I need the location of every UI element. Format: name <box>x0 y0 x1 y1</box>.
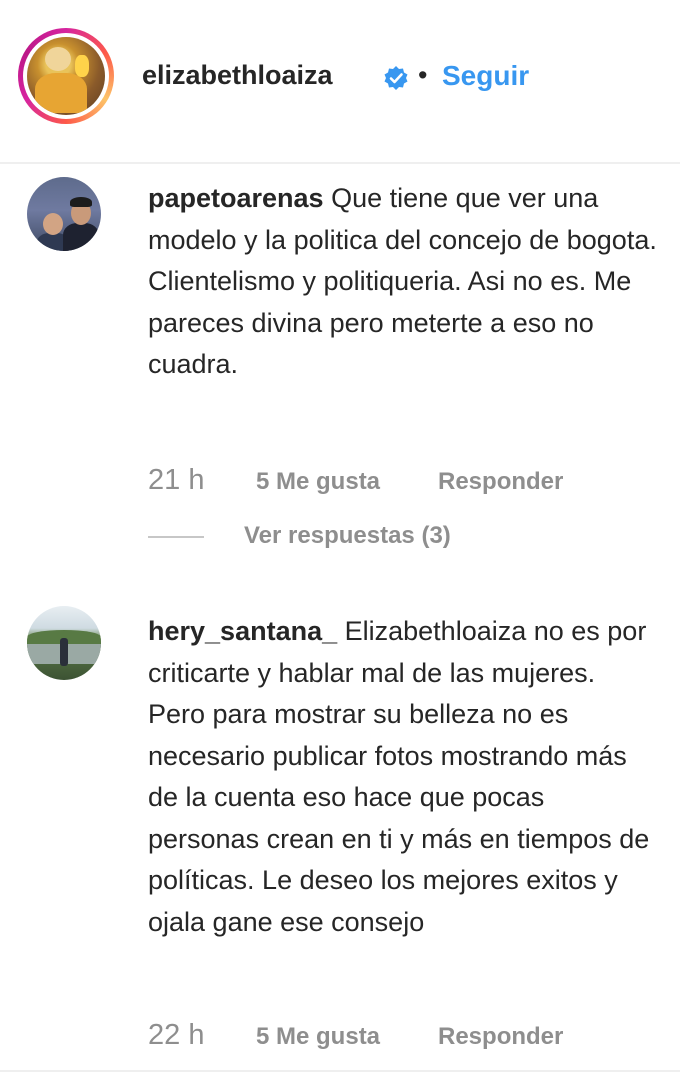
comment-avatar[interactable] <box>27 606 101 680</box>
comment-avatar[interactable] <box>27 177 101 251</box>
comment-body: hery_santana_ Elizabethloaiza no es por … <box>148 611 658 943</box>
reply-button[interactable]: Responder <box>438 1023 563 1051</box>
verified-badge-icon <box>384 66 408 90</box>
follow-button[interactable]: Seguir <box>442 60 529 92</box>
reply-button[interactable]: Responder <box>438 468 563 496</box>
comment-time[interactable]: 21 h <box>148 464 204 497</box>
comment-likes[interactable]: 5 Me gusta <box>256 1023 380 1051</box>
comment-username[interactable]: hery_santana_ <box>148 616 337 646</box>
header-separator: • <box>418 60 428 90</box>
comment-time[interactable]: 22 h <box>148 1019 204 1052</box>
divider <box>0 1070 680 1072</box>
comment-text: Elizabethloaiza no es por criticarte y h… <box>148 616 657 937</box>
comment-username[interactable]: papetoarenas <box>148 183 324 213</box>
profile-avatar[interactable] <box>18 28 114 124</box>
avatar-photo <box>27 37 105 115</box>
comment-body: papetoarenas Que tiene que ver una model… <box>148 178 658 386</box>
replies-divider <box>148 536 204 538</box>
post-header: elizabethloaiza • Seguir <box>0 0 680 164</box>
view-replies-button[interactable]: Ver respuestas (3) <box>244 522 451 550</box>
header-username[interactable]: elizabethloaiza <box>142 60 333 91</box>
comment-likes[interactable]: 5 Me gusta <box>256 468 380 496</box>
